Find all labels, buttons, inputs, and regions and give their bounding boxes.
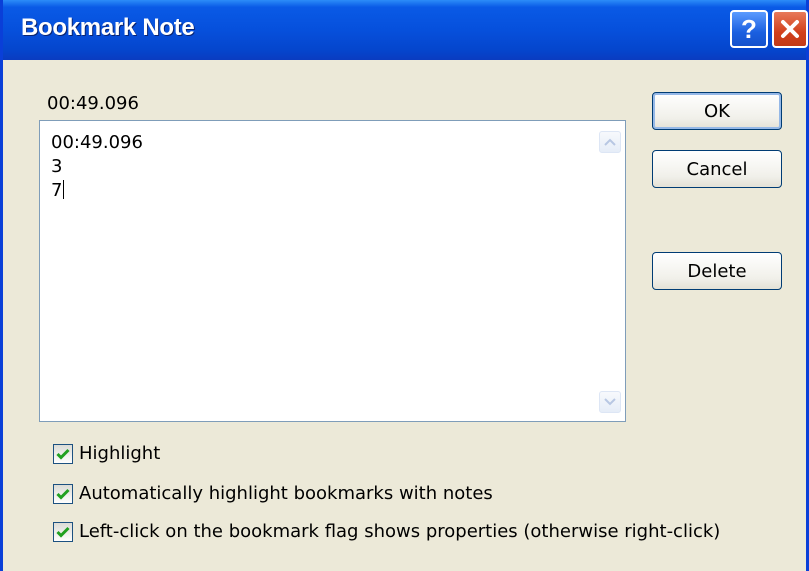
close-icon xyxy=(781,20,799,38)
note-line: 7 xyxy=(51,180,63,201)
close-button[interactable] xyxy=(772,10,808,48)
bookmark-time-label: 00:49.096 xyxy=(47,93,139,114)
checkmark-icon xyxy=(56,526,70,538)
checkmark-icon xyxy=(56,488,70,500)
scroll-down-button[interactable] xyxy=(599,391,621,413)
window-title: Bookmark Note xyxy=(21,14,195,41)
note-line-with-caret: 7 xyxy=(51,179,143,203)
ok-button[interactable]: OK xyxy=(652,92,782,130)
bookmark-note-dialog: Bookmark Note ? 00:49.096 00:49.096 3 7 OK… xyxy=(0,0,809,571)
note-line: 00:49.096 xyxy=(51,132,143,153)
auto-highlight-option[interactable]: Automatically highlight bookmarks with n… xyxy=(53,483,493,504)
text-caret xyxy=(63,180,65,199)
checkmark-icon xyxy=(56,448,70,460)
delete-button[interactable]: Delete xyxy=(652,252,782,290)
highlight-option[interactable]: Highlight xyxy=(53,443,160,464)
note-textarea[interactable]: 00:49.096 3 7 xyxy=(39,120,626,422)
left-click-properties-option[interactable]: Left-click on the bookmark flag shows pr… xyxy=(53,521,720,542)
title-bar: Bookmark Note ? xyxy=(3,0,808,60)
note-text: 00:49.096 3 7 xyxy=(51,131,143,203)
note-line: 3 xyxy=(51,156,63,177)
help-icon: ? xyxy=(741,13,757,44)
highlight-checkbox[interactable] xyxy=(53,443,73,464)
vertical-scrollbar[interactable] xyxy=(595,121,625,421)
auto-highlight-label: Automatically highlight bookmarks with n… xyxy=(79,483,493,504)
scroll-up-arrow-icon xyxy=(604,138,616,146)
cancel-button[interactable]: Cancel xyxy=(652,150,782,188)
auto-highlight-checkbox[interactable] xyxy=(53,483,73,504)
left-click-properties-checkbox[interactable] xyxy=(53,521,73,542)
left-click-properties-label: Left-click on the bookmark flag shows pr… xyxy=(79,521,721,542)
highlight-label: Highlight xyxy=(79,443,161,464)
scroll-up-button[interactable] xyxy=(599,131,621,153)
scroll-down-arrow-icon xyxy=(604,398,616,406)
help-button[interactable]: ? xyxy=(730,10,768,48)
